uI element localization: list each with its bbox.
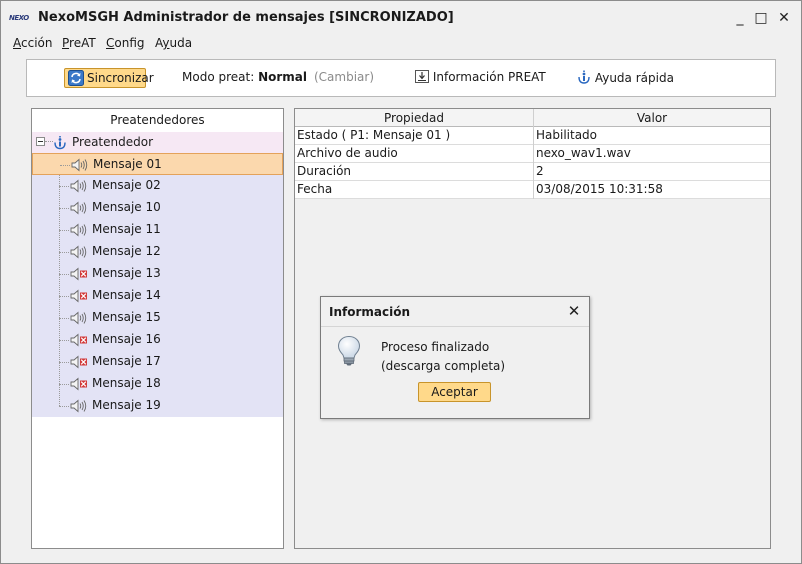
tree-body: Mensaje 01 Mensaje 02 Mensaje 10 Mensaje 11…: [32, 153, 283, 417]
tree-item-mensaje-14[interactable]: Mensaje 14: [32, 285, 283, 307]
tree-item-label: Mensaje 01: [93, 157, 162, 171]
dialog-title: Información: [329, 305, 411, 319]
menu-config[interactable]: Config: [106, 36, 145, 50]
mode-indicator: Modo preat: Normal: [182, 70, 307, 84]
quick-help-button[interactable]: Ayuda rápida: [577, 70, 674, 85]
preatendedor-info-icon: [54, 136, 66, 150]
tree-item-label: Mensaje 10: [92, 200, 161, 214]
column-header-propiedad[interactable]: Propiedad: [295, 109, 533, 127]
speaker-icon: [70, 245, 87, 259]
menu-ayuda[interactable]: Ayuda: [155, 36, 192, 50]
tree-item-mensaje-18[interactable]: Mensaje 18: [32, 373, 283, 395]
tree-item-mensaje-17[interactable]: Mensaje 17: [32, 351, 283, 373]
property-name: Fecha: [297, 182, 333, 196]
tree-item-mensaje-11[interactable]: Mensaje 11: [32, 219, 283, 241]
tree-item-mensaje-19[interactable]: Mensaje 19: [32, 395, 283, 417]
tree-item-mensaje-15[interactable]: Mensaje 15: [32, 307, 283, 329]
column-divider[interactable]: [533, 109, 534, 199]
maximize-button[interactable]: □: [750, 7, 772, 29]
tree-item-mensaje-12[interactable]: Mensaje 12: [32, 241, 283, 263]
preat-info-button[interactable]: Información PREAT: [415, 70, 546, 84]
tree-item-label: Mensaje 16: [92, 332, 161, 346]
speaker-icon: [70, 223, 87, 237]
tree-root-item[interactable]: Preatendedor: [32, 132, 283, 153]
tree-item-label: Mensaje 02: [92, 178, 161, 192]
property-value: 03/08/2015 10:31:58: [536, 182, 663, 196]
accept-button[interactable]: Aceptar: [418, 382, 491, 402]
speaker-icon: [71, 158, 88, 172]
speaker-icon: [70, 311, 87, 325]
toolbar: Sincronizar Modo preat: Normal (Cambiar)…: [26, 59, 776, 97]
speaker-muted-icon: [70, 289, 87, 303]
preatendedores-panel: Preatendedores Preatendedor Mensaje 01 Me…: [31, 108, 284, 549]
speaker-muted-icon: [70, 355, 87, 369]
tree-item-mensaje-13[interactable]: Mensaje 13: [32, 263, 283, 285]
menu-preat[interactable]: PreAT: [62, 36, 96, 50]
property-value: Habilitado: [536, 128, 598, 142]
property-name: Estado ( P1: Mensaje 01 ): [297, 128, 451, 142]
dialog-message-line1: Proceso finalizado: [381, 340, 490, 354]
app-logo-icon: NEXO: [9, 14, 29, 22]
tree-item-label: Mensaje 15: [92, 310, 161, 324]
help-info-icon: [578, 70, 590, 84]
sync-label: Sincronizar: [87, 71, 154, 85]
tree-header: Preatendedores: [32, 109, 283, 131]
tree-item-label: Mensaje 12: [92, 244, 161, 258]
close-window-button[interactable]: ✕: [773, 7, 795, 29]
property-value: nexo_wav1.wav: [536, 146, 631, 160]
speaker-icon: [70, 179, 87, 193]
tree-item-label: Mensaje 17: [92, 354, 161, 368]
speaker-icon: [70, 399, 87, 413]
dialog-title-bar[interactable]: Información ✕: [321, 297, 589, 327]
speaker-muted-icon: [70, 377, 87, 391]
change-mode-link[interactable]: (Cambiar): [314, 70, 374, 84]
sync-icon: [68, 70, 84, 86]
menu-accion[interactable]: Acción: [13, 36, 52, 50]
column-header-valor[interactable]: Valor: [534, 109, 770, 127]
info-dialog: Información ✕ Proceso finalizado (descar…: [320, 296, 590, 419]
tree-item-mensaje-16[interactable]: Mensaje 16: [32, 329, 283, 351]
mode-value: Normal: [258, 70, 307, 84]
tree-item-label: Mensaje 11: [92, 222, 161, 236]
info-download-icon: [415, 70, 429, 83]
tree-item-label: Mensaje 13: [92, 266, 161, 280]
window-title: NexoMSGH Administrador de mensajes [SINC…: [38, 10, 454, 25]
lightbulb-icon: [337, 335, 361, 366]
dialog-message-line2: (descarga completa): [381, 359, 506, 373]
tree-item-mensaje-10[interactable]: Mensaje 10: [32, 197, 283, 219]
speaker-muted-icon: [70, 333, 87, 347]
dialog-message: Proceso finalizado (descarga completa): [381, 338, 505, 376]
main-window: NEXO NexoMSGH Administrador de mensajes …: [0, 0, 802, 564]
sync-button[interactable]: Sincronizar: [64, 68, 154, 88]
tree-item-mensaje-01[interactable]: Mensaje 01: [32, 153, 283, 175]
property-name: Duración: [297, 164, 352, 178]
collapse-icon[interactable]: [36, 137, 45, 146]
property-name: Archivo de audio: [297, 146, 398, 160]
dialog-close-button[interactable]: ✕: [564, 301, 584, 321]
tree-root-label: Preatendedor: [72, 135, 154, 149]
speaker-icon: [70, 201, 87, 215]
tree-item-label: Mensaje 18: [92, 376, 161, 390]
tree-item-label: Mensaje 14: [92, 288, 161, 302]
title-bar[interactable]: NEXO NexoMSGH Administrador de mensajes …: [1, 1, 801, 35]
dialog-body: Proceso finalizado (descarga completa) A…: [321, 327, 589, 418]
tree-item-label: Mensaje 19: [92, 398, 161, 412]
tree-item-mensaje-02[interactable]: Mensaje 02: [32, 175, 283, 197]
minimize-button[interactable]: _: [729, 7, 751, 29]
property-value: 2: [536, 164, 544, 178]
speaker-muted-icon: [70, 267, 87, 281]
menu-bar: Acción PreAT Config Ayuda: [1, 35, 801, 55]
